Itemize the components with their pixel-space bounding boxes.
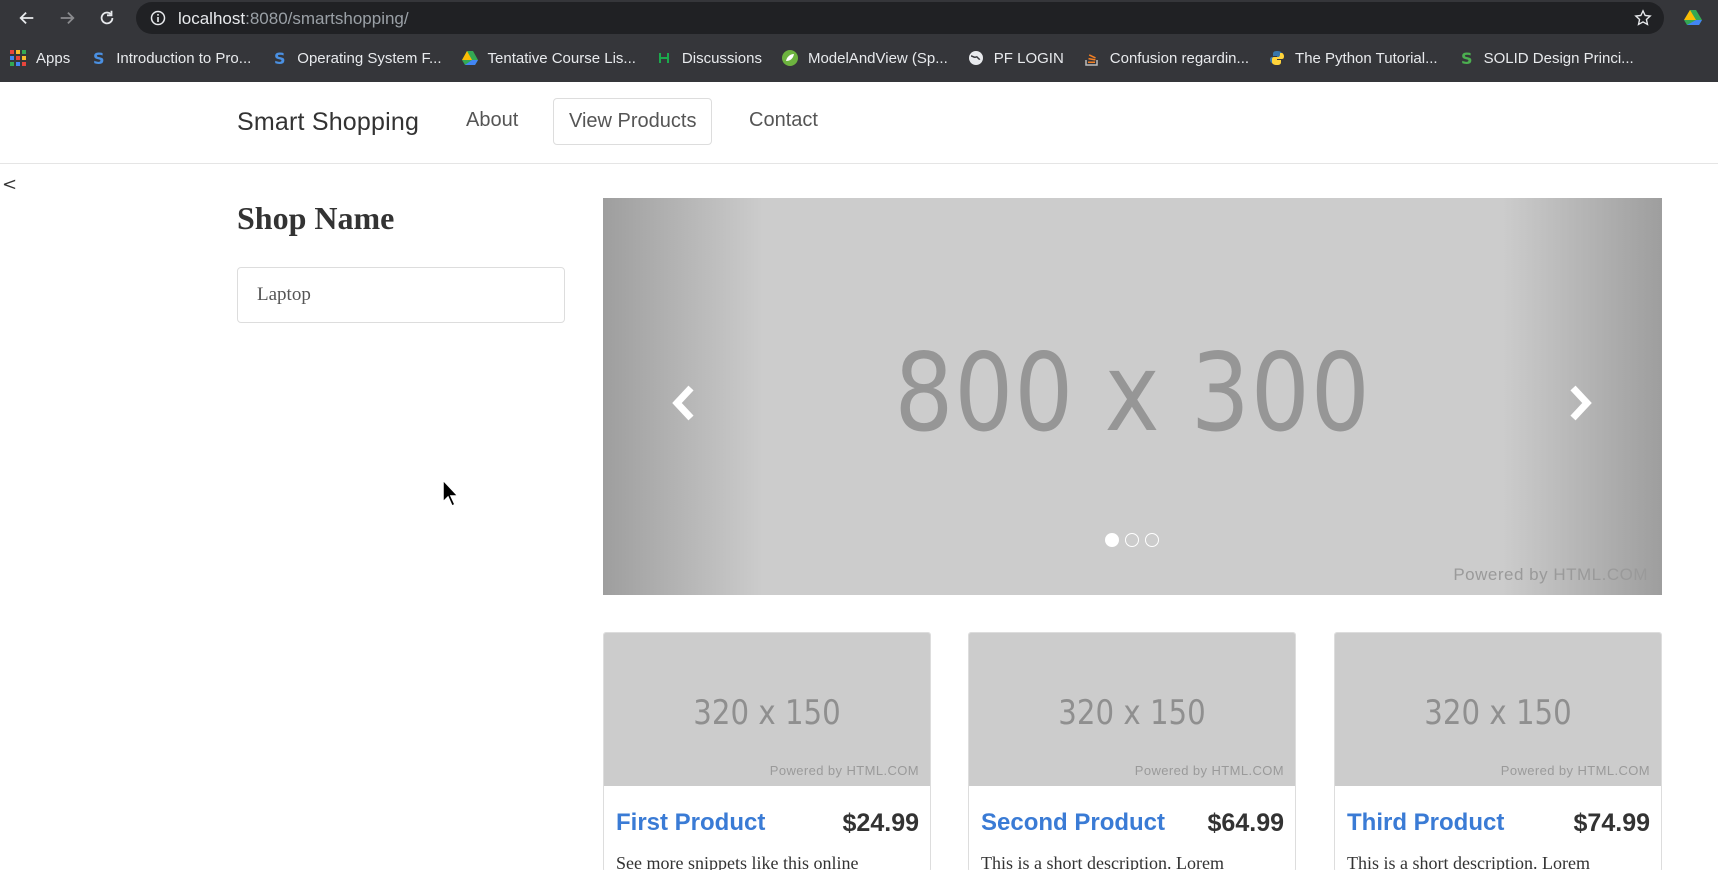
product-price: $74.99 (1573, 809, 1650, 837)
thumbnail-placeholder-text: 320 x 150 (1424, 693, 1572, 733)
bookmark-item[interactable]: Apps (0, 44, 80, 72)
brand-link[interactable]: Smart Shopping (237, 108, 419, 137)
product-card: 320 x 150 Powered by HTML.COM Third Prod… (1334, 632, 1662, 870)
hackerrank-icon (656, 50, 672, 66)
thumbnail-powered-by: Powered by HTML.COM (1500, 763, 1650, 778)
bookmark-item[interactable]: PF LOGIN (958, 44, 1074, 72)
site-navbar: Smart Shopping About View Products Conta… (0, 82, 1718, 164)
python-icon (1269, 50, 1285, 66)
product-thumbnail: 320 x 150 Powered by HTML.COM (969, 633, 1295, 786)
category-list: Laptop (237, 267, 565, 323)
product-title-link[interactable]: First Product (616, 809, 765, 837)
carousel-indicator-dot[interactable] (1125, 533, 1139, 547)
arrow-left-icon (19, 11, 34, 25)
thumbnail-placeholder-text: 320 x 150 (1058, 693, 1206, 733)
shop-name-heading: Shop Name (237, 200, 395, 236)
bookmark-star-icon[interactable] (1634, 9, 1652, 27)
spring-leaf-icon (781, 50, 798, 66)
nav-link-contact[interactable]: Contact (749, 109, 818, 132)
solid-logo-icon: S (1458, 50, 1474, 66)
nav-link-about[interactable]: About (466, 109, 518, 132)
browser-toolbar: localhost:8080/smartshopping/ (0, 0, 1718, 36)
google-drive-icon (461, 50, 478, 66)
bookmark-label: Tentative Course Lis... (487, 49, 636, 67)
carousel-indicators (1105, 533, 1159, 547)
url-path: :8080/smartshopping/ (245, 9, 409, 28)
globe-icon (968, 50, 984, 66)
svg-text:S: S (1461, 50, 1473, 66)
browser-chrome: localhost:8080/smartshopping/ Apps S Intro… (0, 0, 1718, 82)
apps-grid-icon (10, 50, 26, 66)
bookmark-label: Operating System F... (297, 49, 442, 67)
chevron-left-icon[interactable] (669, 383, 701, 423)
info-icon[interactable] (150, 10, 166, 26)
product-card: 320 x 150 Powered by HTML.COM First Prod… (603, 632, 931, 870)
category-item-laptop[interactable]: Laptop (257, 284, 311, 306)
bookmark-label: SOLID Design Princi... (1483, 49, 1634, 67)
s-logo-icon: S (90, 50, 106, 66)
carousel-indicator-dot[interactable] (1105, 533, 1119, 547)
bookmarks-bar: Apps S Introduction to Pro... S Operating Sy… (0, 42, 1718, 74)
product-card: 320 x 150 Powered by HTML.COM Second Pro… (968, 632, 1296, 870)
bookmark-label: Introduction to Pro... (116, 49, 252, 67)
stackoverflow-icon (1084, 50, 1100, 66)
bookmark-item[interactable]: ModelAndView (Sp... (772, 44, 958, 72)
thumbnail-powered-by: Powered by HTML.COM (1134, 763, 1284, 778)
bookmark-label: Apps (36, 49, 71, 67)
product-thumbnail: 320 x 150 Powered by HTML.COM (604, 633, 930, 786)
google-drive-icon[interactable] (1683, 8, 1703, 28)
carousel-powered-by: Powered by HTML.COM (1453, 565, 1648, 584)
address-bar[interactable]: localhost:8080/smartshopping/ (136, 2, 1664, 34)
bookmark-item[interactable]: Confusion regardin... (1074, 44, 1259, 72)
bookmark-item[interactable]: Discussions (646, 44, 772, 72)
bookmark-item[interactable]: Tentative Course Lis... (452, 44, 646, 72)
svg-text:S: S (274, 50, 286, 66)
svg-text:S: S (93, 50, 105, 66)
arrow-right-icon (60, 11, 75, 25)
product-price: $24.99 (842, 809, 919, 837)
bookmark-label: PF LOGIN (993, 49, 1064, 67)
bookmark-label: Discussions (681, 49, 762, 67)
s-logo-icon: S (271, 50, 287, 66)
reload-icon (100, 10, 114, 25)
thumbnail-powered-by: Powered by HTML.COM (769, 763, 919, 778)
url-host: localhost (178, 9, 246, 28)
bookmark-item[interactable]: S Introduction to Pro... (80, 44, 261, 72)
product-title-link[interactable]: Second Product (981, 809, 1165, 837)
product-thumbnail: 320 x 150 Powered by HTML.COM (1335, 633, 1661, 786)
product-description: This is a short description. Lorem (1347, 853, 1590, 870)
product-description: See more snippets like this online (616, 853, 859, 870)
stray-text: < (2, 174, 18, 195)
url-text[interactable]: localhost:8080/smartshopping/ (178, 9, 409, 29)
forward-button[interactable] (53, 4, 81, 32)
mouse-cursor-icon (442, 479, 460, 507)
image-carousel: 800 x 300 Powered by HTML.COM (603, 198, 1662, 595)
nav-link-view-products[interactable]: View Products (553, 98, 713, 145)
product-description: This is a short description. Lorem (981, 853, 1224, 870)
thumbnail-placeholder-text: 320 x 150 (693, 693, 841, 733)
bookmark-label: Confusion regardin... (1109, 49, 1250, 67)
bookmark-item[interactable]: S SOLID Design Princi... (1448, 44, 1644, 72)
bookmark-item[interactable]: S Operating System F... (261, 44, 451, 72)
back-button[interactable] (13, 4, 41, 32)
reload-button[interactable] (93, 4, 121, 32)
product-price: $64.99 (1207, 809, 1284, 837)
product-title-link[interactable]: Third Product (1347, 809, 1504, 837)
carousel-indicator-dot[interactable] (1145, 533, 1159, 547)
bookmark-item[interactable]: The Python Tutorial... (1259, 44, 1448, 72)
chevron-right-icon[interactable] (1563, 383, 1595, 423)
carousel-placeholder-text: 800 x 300 (894, 331, 1371, 456)
bookmark-label: ModelAndView (Sp... (807, 49, 948, 67)
bookmark-label: The Python Tutorial... (1295, 49, 1438, 67)
